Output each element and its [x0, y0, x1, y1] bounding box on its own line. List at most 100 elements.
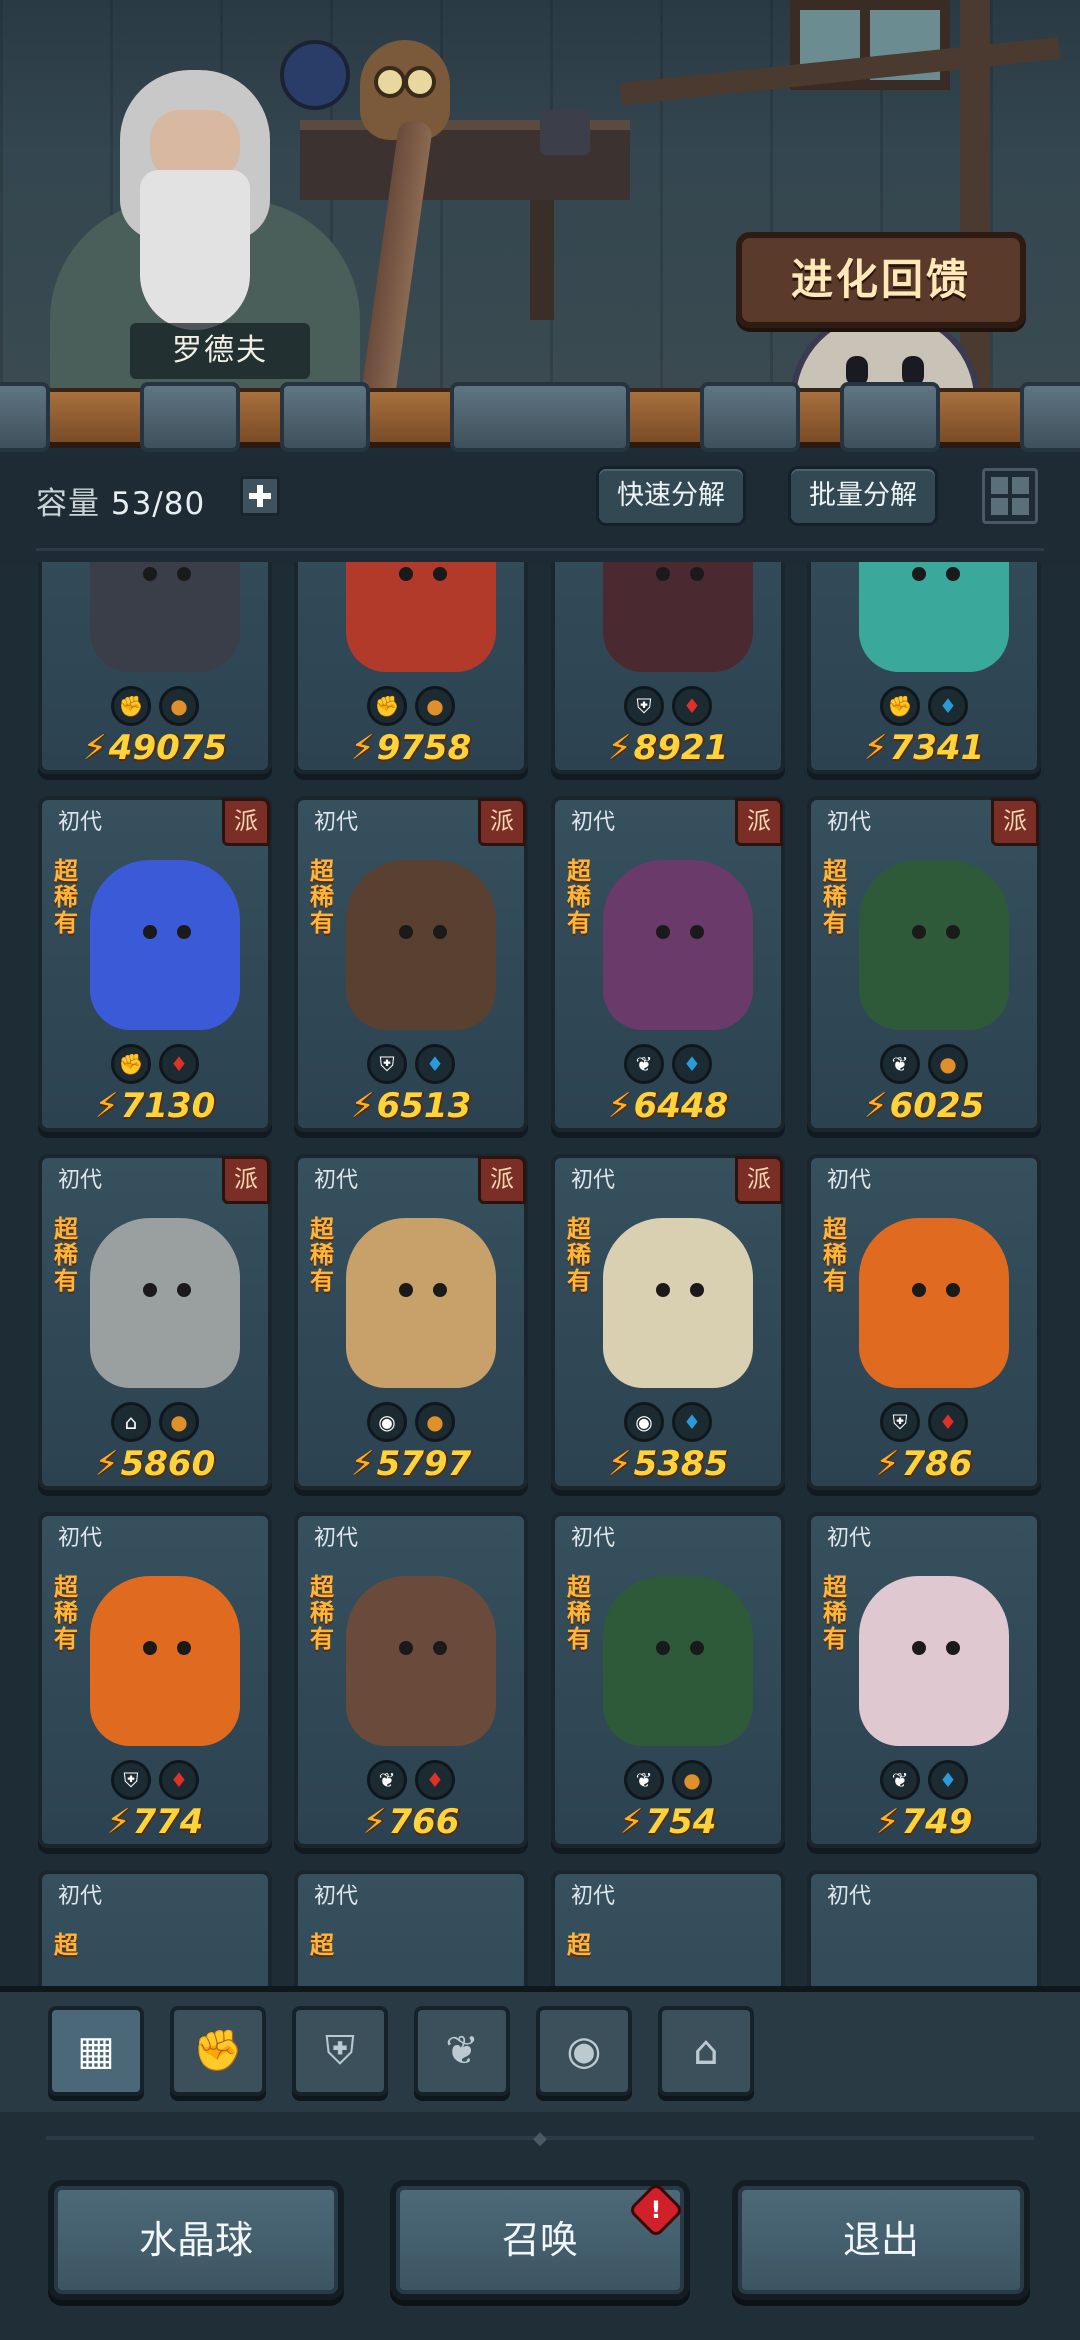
class-icon: ❦: [880, 1044, 920, 1084]
power-value: ⚡749: [875, 1802, 973, 1842]
expand-capacity-button[interactable]: [240, 476, 280, 516]
evolution-feedback-button[interactable]: 进化回馈: [736, 232, 1026, 328]
rarity-label: 超稀有: [54, 1573, 78, 1653]
element-icon: ●: [928, 1044, 968, 1084]
school-badge: 派: [735, 1156, 783, 1204]
power-value: ⚡6025: [863, 1086, 985, 1126]
monster-card[interactable]: 初代 超稀有 ⛨ ♦ ⚡786: [807, 1154, 1041, 1490]
monster-card[interactable]: 稀有 ✊ ● ⚡9758: [294, 562, 528, 774]
rarity-label: 超稀有: [567, 1573, 591, 1653]
monster-card[interactable]: 初代 派超稀有 ✊ ♦ ⚡7130: [38, 796, 272, 1132]
monster-card[interactable]: 稀有 ✊ ♦ ⚡7341: [807, 562, 1041, 774]
monster-card[interactable]: 初代 派超稀有 ⌂ ● ⚡5860: [38, 1154, 272, 1490]
monster-card[interactable]: 初代超: [551, 1870, 785, 1986]
batch-decompose-button[interactable]: 批量分解: [788, 466, 938, 526]
rarity-label: 超: [310, 1931, 334, 1959]
power-value: ⚡5385: [607, 1444, 729, 1484]
school-badge: 派: [991, 798, 1039, 846]
monster-sprite: [859, 1576, 1009, 1746]
monster-card[interactable]: 初代 超稀有 ❦ ♦ ⚡749: [807, 1512, 1041, 1848]
monster-card[interactable]: 稀有 ⛨ ♦ ⚡8921: [551, 562, 785, 774]
fist-icon: ✊: [193, 2028, 243, 2074]
monster-sprite: [346, 562, 496, 672]
capacity-value: 53/80: [110, 486, 206, 522]
rarity-label: 超稀有: [310, 857, 334, 937]
monster-card[interactable]: 稀有 ✊ ● ⚡49075: [38, 562, 272, 774]
power-value: ⚡49075: [82, 728, 228, 768]
power-value: ⚡766: [362, 1802, 460, 1842]
class-icon: ❦: [367, 1760, 407, 1800]
monster-sprite: [859, 860, 1009, 1030]
power-icon: ⚡: [875, 1802, 900, 1842]
crystal-ball-button[interactable]: 水晶球: [48, 2180, 344, 2300]
generation-label: 初代: [58, 1526, 103, 1551]
class-icon: ⛨: [880, 1402, 920, 1442]
monster-card[interactable]: 初代 派超稀有 ◉ ● ⚡5797: [294, 1154, 528, 1490]
element-icon: ♦: [672, 686, 712, 726]
filter-tab-winged-shield-icon[interactable]: ⛨: [292, 2006, 388, 2096]
power-icon: ⚡: [106, 1802, 131, 1842]
element-icon: ♦: [672, 1044, 712, 1084]
monster-card[interactable]: 初代 派超稀有 ❦ ● ⚡6025: [807, 796, 1041, 1132]
generation-label: 初代: [827, 1884, 872, 1909]
power-value: ⚡7341: [863, 728, 985, 768]
monster-card[interactable]: 初代超: [38, 1870, 272, 1986]
element-icon: ♦: [159, 1044, 199, 1084]
class-icon: ❦: [880, 1760, 920, 1800]
class-icon: ❦: [624, 1044, 664, 1084]
monster-card[interactable]: 初代 派超稀有 ❦ ♦ ⚡6448: [551, 796, 785, 1132]
exit-button[interactable]: 退出: [732, 2180, 1030, 2300]
monster-card[interactable]: 初代 派超稀有 ⛨ ♦ ⚡6513: [294, 796, 528, 1132]
monster-sprite: [90, 1576, 240, 1746]
winged-shield-icon: ⛨: [325, 2028, 355, 2074]
monster-card[interactable]: 初代 派超稀有 ◉ ♦ ⚡5385: [551, 1154, 785, 1490]
monster-sprite: [603, 1218, 753, 1388]
monster-card[interactable]: 初代: [807, 1870, 1041, 1986]
power-value: ⚡9758: [350, 728, 472, 768]
school-badge: 派: [478, 798, 526, 846]
npc-name: 罗德夫: [130, 323, 310, 379]
alien-icon: ◉: [566, 2028, 602, 2074]
monster-sprite: [346, 860, 496, 1030]
element-icon: ●: [415, 1402, 455, 1442]
power-value: ⚡5860: [94, 1444, 216, 1484]
element-icon: ♦: [415, 1044, 455, 1084]
power-icon: ⚡: [863, 728, 888, 768]
power-icon: ⚡: [82, 728, 107, 768]
generation-label: 初代: [58, 1168, 103, 1193]
filter-tab-all-icon[interactable]: ▦: [48, 2006, 144, 2096]
monster-card[interactable]: 初代 超稀有 ❦ ♦ ⚡766: [294, 1512, 528, 1848]
monster-sprite: [346, 1218, 496, 1388]
monster-card[interactable]: 初代超: [294, 1870, 528, 1986]
monster-card-grid[interactable]: 稀有 ✊ ● ⚡49075稀有 ✊ ● ⚡9758稀有 ⛨ ♦ ⚡8921稀有 …: [0, 562, 1080, 1986]
monster-sprite: [346, 1576, 496, 1746]
filter-tab-fist-icon[interactable]: ✊: [170, 2006, 266, 2096]
filter-tab-sprout-icon[interactable]: ❦: [414, 2006, 510, 2096]
filter-tab-alien-icon[interactable]: ◉: [536, 2006, 632, 2096]
monster-card[interactable]: 初代 超稀有 ⛨ ♦ ⚡774: [38, 1512, 272, 1848]
rarity-label: 超稀有: [54, 1215, 78, 1295]
generation-label: 初代: [571, 1526, 616, 1551]
rarity-label: 超稀有: [823, 1215, 847, 1295]
element-icon: ●: [672, 1760, 712, 1800]
rarity-label: 超: [567, 1931, 591, 1959]
rarity-label: 超稀有: [823, 857, 847, 937]
tower-icon: ⌂: [693, 2028, 719, 2074]
power-icon: ⚡: [94, 1444, 119, 1484]
filter-tab-tower-icon[interactable]: ⌂: [658, 2006, 754, 2096]
monster-sprite: [90, 562, 240, 672]
quick-decompose-button[interactable]: 快速分解: [596, 466, 746, 526]
grid-view-icon[interactable]: [982, 468, 1038, 524]
rarity-label: 超稀有: [54, 857, 78, 937]
generation-label: 初代: [571, 1168, 616, 1193]
capacity-label: 容量: [36, 486, 100, 522]
monster-sprite: [603, 1576, 753, 1746]
power-value: ⚡6513: [350, 1086, 472, 1126]
monster-sprite: [90, 860, 240, 1030]
rarity-label: 超稀有: [567, 1215, 591, 1295]
generation-label: 初代: [314, 1526, 359, 1551]
class-icon: ◉: [624, 1402, 664, 1442]
rarity-label: 超: [54, 1931, 78, 1959]
class-icon: ⛨: [111, 1760, 151, 1800]
monster-card[interactable]: 初代 超稀有 ❦ ● ⚡754: [551, 1512, 785, 1848]
